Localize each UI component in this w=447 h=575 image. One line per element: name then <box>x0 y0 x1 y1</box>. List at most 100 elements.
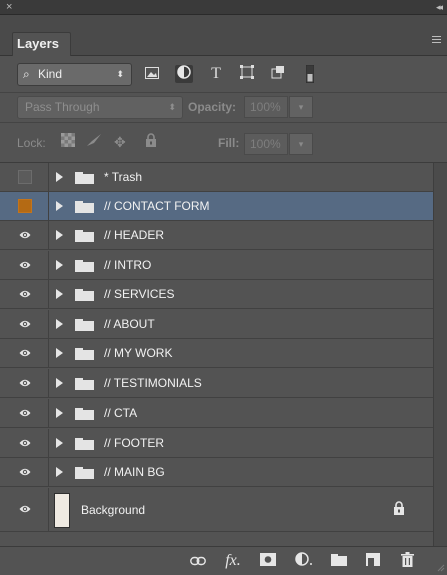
visibility-cell[interactable] <box>0 399 49 427</box>
search-icon: ⌕ <box>23 67 30 81</box>
visibility-cell[interactable] <box>0 251 49 279</box>
layer-row-header[interactable]: // HEADER <box>0 221 433 250</box>
folder-icon <box>75 467 94 479</box>
expand-triangle-icon[interactable] <box>56 378 63 388</box>
visibility-cell[interactable] <box>0 192 49 220</box>
layers-footer-toolbar: fx. <box>0 546 447 575</box>
expand-triangle-icon[interactable] <box>56 467 63 477</box>
panel-titlebar: × ◂◂ <box>0 0 447 15</box>
expand-triangle-icon[interactable] <box>56 201 63 211</box>
layer-row-trash[interactable]: * Trash <box>0 163 433 192</box>
lock-label: Lock: <box>17 136 46 150</box>
folder-icon <box>75 348 94 360</box>
expand-triangle-icon[interactable] <box>56 348 63 358</box>
new-adjustment-icon[interactable] <box>294 552 314 570</box>
expand-triangle-icon[interactable] <box>56 260 63 270</box>
type-filter-icon[interactable]: T <box>207 65 225 83</box>
fill-slider-toggle[interactable]: ▾ <box>289 133 313 155</box>
lock-transparent-pixels-icon[interactable] <box>61 133 75 151</box>
expand-triangle-icon[interactable] <box>56 289 63 299</box>
adjustment-filter-icon[interactable] <box>175 65 193 83</box>
new-group-icon[interactable] <box>329 552 349 570</box>
eye-icon[interactable] <box>19 347 31 359</box>
panel-tab-row: Layers <box>0 15 447 56</box>
folder-icon <box>75 438 94 450</box>
visibility-cell[interactable] <box>0 280 49 308</box>
visibility-cell[interactable] <box>0 488 49 531</box>
visibility-cell[interactable] <box>0 163 49 191</box>
layer-name: // TESTIMONIALS <box>104 376 202 390</box>
eye-icon[interactable] <box>19 407 31 419</box>
link-layers-icon[interactable] <box>188 552 208 570</box>
expand-triangle-icon[interactable] <box>56 438 63 448</box>
layer-row-services[interactable]: // SERVICES <box>0 280 433 309</box>
pixel-filter-icon[interactable] <box>143 65 161 83</box>
eye-icon[interactable] <box>19 466 31 478</box>
layer-name: // HEADER <box>104 228 165 242</box>
updown-chevron-icon: ⬍ <box>168 102 176 112</box>
visibility-cell[interactable] <box>0 369 49 397</box>
shape-filter-icon[interactable] <box>238 65 256 83</box>
expand-triangle-icon[interactable] <box>56 408 63 418</box>
layer-name: * Trash <box>104 170 143 184</box>
eye-icon[interactable] <box>19 318 31 330</box>
opacity-slider-toggle[interactable]: ▾ <box>289 96 313 118</box>
visibility-cell[interactable] <box>0 339 49 367</box>
lock-position-icon[interactable]: ✥ <box>114 133 126 151</box>
new-layer-icon[interactable] <box>363 552 383 570</box>
filter-toggle-icon[interactable] <box>301 64 319 84</box>
collapse-panel-button[interactable]: ◂◂ <box>436 0 443 14</box>
blend-row: Pass Through ⬍ Opacity: 100% ▾ <box>0 93 447 122</box>
smart-object-filter-icon[interactable] <box>269 65 287 83</box>
fill-input[interactable]: 100% <box>244 133 288 155</box>
delete-layer-icon[interactable] <box>397 552 417 571</box>
layer-row-contact-form[interactable]: // CONTACT FORM <box>0 192 433 221</box>
vertical-scrollbar[interactable] <box>433 163 447 546</box>
eye-icon[interactable] <box>19 259 31 271</box>
fx-icon[interactable]: fx. <box>223 552 243 570</box>
visibility-cell[interactable] <box>0 429 49 457</box>
folder-icon <box>75 289 94 301</box>
visibility-off-box[interactable] <box>18 170 32 184</box>
layer-name: // CTA <box>104 406 138 420</box>
add-mask-icon[interactable] <box>258 552 278 570</box>
resize-grip-icon[interactable] <box>437 564 445 572</box>
folder-icon <box>75 408 94 420</box>
layer-row-intro[interactable]: // INTRO <box>0 251 433 280</box>
visibility-cell[interactable] <box>0 458 49 486</box>
visibility-off-box[interactable] <box>18 199 32 213</box>
eye-icon[interactable] <box>19 288 31 300</box>
layer-name: // INTRO <box>104 258 152 272</box>
eye-icon[interactable] <box>19 377 31 389</box>
eye-icon[interactable] <box>19 437 31 449</box>
lock-image-pixels-icon[interactable] <box>86 133 102 151</box>
eye-icon[interactable] <box>19 229 31 241</box>
blend-mode-value: Pass Through <box>25 100 100 114</box>
updown-chevron-icon: ⬍ <box>116 69 124 79</box>
layer-row-my-work[interactable]: // MY WORK <box>0 339 433 368</box>
close-panel-button[interactable]: × <box>6 0 12 14</box>
eye-icon[interactable] <box>19 503 31 515</box>
layer-row-testimonials[interactable]: // TESTIMONIALS <box>0 369 433 398</box>
layer-thumbnail[interactable] <box>54 493 70 528</box>
panel-menu-icon[interactable] <box>429 35 441 45</box>
opacity-input[interactable]: 100% <box>244 96 288 118</box>
layer-row-main-bg[interactable]: // MAIN BG <box>0 458 433 487</box>
layer-name: // FOOTER <box>104 436 164 450</box>
fill-label: Fill: <box>218 136 240 150</box>
folder-icon <box>75 230 94 242</box>
layers-list: * Trash // CONTACT FORM // HEADER // INT… <box>0 163 433 546</box>
layer-row-footer[interactable]: // FOOTER <box>0 429 433 458</box>
lock-all-icon[interactable] <box>145 133 157 151</box>
blend-mode-dropdown[interactable]: Pass Through ⬍ <box>17 96 183 119</box>
expand-triangle-icon[interactable] <box>56 319 63 329</box>
filter-kind-dropdown[interactable]: ⌕ Kind ⬍ <box>17 63 132 86</box>
layer-row-about[interactable]: // ABOUT <box>0 310 433 339</box>
layer-row-background[interactable]: Background <box>0 488 433 532</box>
tab-layers[interactable]: Layers <box>12 32 71 56</box>
expand-triangle-icon[interactable] <box>56 230 63 240</box>
visibility-cell[interactable] <box>0 310 49 338</box>
visibility-cell[interactable] <box>0 221 49 249</box>
expand-triangle-icon[interactable] <box>56 172 63 182</box>
layer-row-cta[interactable]: // CTA <box>0 399 433 428</box>
